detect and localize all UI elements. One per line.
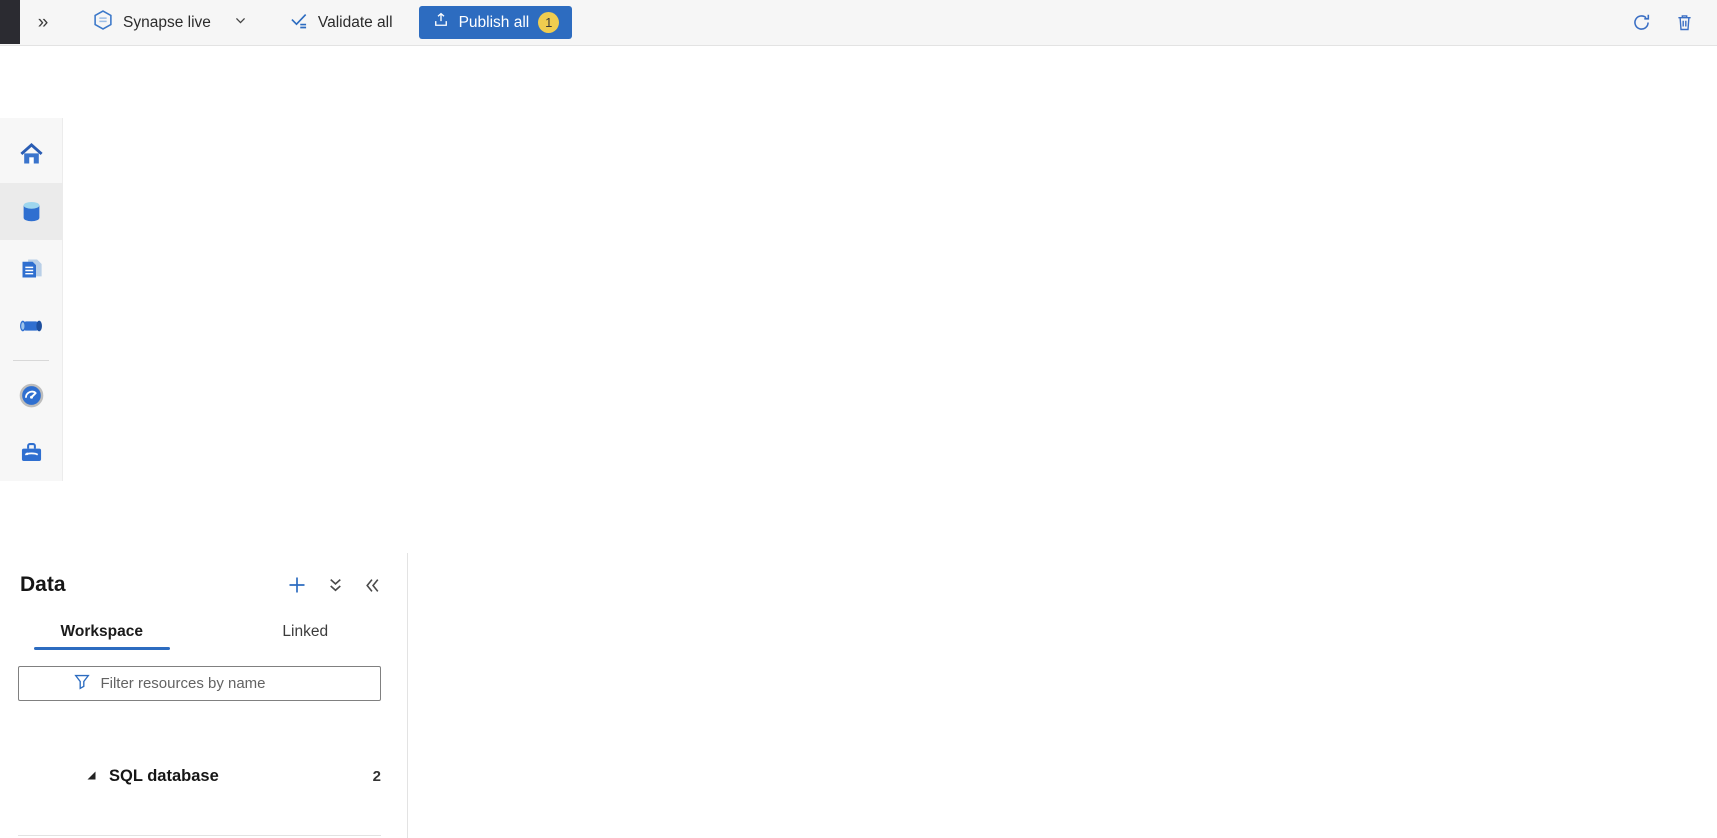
top-bar: » Synapse live Validate all Publish all … — [0, 0, 1717, 46]
tree-section-sql-database[interactable]: SQL database 2 — [0, 755, 407, 797]
collapse-panel-icon[interactable] — [364, 577, 381, 594]
filter-box — [18, 666, 381, 701]
monitor-icon[interactable] — [0, 367, 63, 424]
develop-icon[interactable] — [0, 240, 63, 297]
left-rail — [0, 118, 63, 481]
mode-switcher[interactable]: Synapse live — [92, 9, 247, 36]
data-panel-tabs: Workspace Linked — [0, 613, 407, 650]
validate-all-button[interactable]: Validate all — [289, 10, 393, 35]
home-icon[interactable] — [0, 126, 63, 183]
validate-icon — [289, 10, 309, 35]
resource-tree-container: SQL database 2 dbtlabs.revenue.demo.pool… — [0, 719, 407, 838]
rail-divider — [13, 360, 49, 361]
validate-label: Validate all — [318, 14, 393, 32]
publish-all-icon — [432, 11, 450, 34]
refresh-icon[interactable] — [1631, 12, 1652, 33]
tab-workspace[interactable]: Workspace — [0, 613, 204, 650]
tab-linked[interactable]: Linked — [204, 613, 408, 650]
data-panel-title: Data — [20, 573, 66, 597]
tree-section-count: 2 — [373, 768, 381, 785]
mode-label: Synapse live — [123, 14, 211, 32]
publish-count-badge: 1 — [538, 12, 559, 33]
tree-divider — [18, 835, 381, 836]
add-resource-icon[interactable] — [287, 575, 307, 595]
integrate-icon[interactable] — [0, 297, 63, 354]
filter-icon — [29, 654, 91, 713]
publish-all-label: Publish all — [459, 14, 530, 32]
discard-all-icon[interactable] — [1674, 12, 1695, 33]
synapse-studio: » Synapse live Validate all Publish all … — [0, 0, 1717, 838]
rail-expand-button[interactable]: » — [26, 12, 60, 34]
data-panel: Data Workspace Linked — [0, 553, 408, 838]
collapse-all-icon[interactable] — [327, 577, 344, 594]
synapse-live-icon — [92, 9, 114, 36]
data-icon[interactable] — [0, 183, 63, 240]
filter-input[interactable] — [100, 675, 370, 692]
manage-icon[interactable] — [0, 424, 63, 481]
corner-block — [0, 0, 20, 44]
publish-all-button[interactable]: Publish all 1 — [419, 6, 573, 39]
tree-section-label: SQL database — [109, 767, 219, 786]
chevron-down-icon — [234, 14, 247, 32]
expanded-arrow-icon — [30, 748, 97, 805]
